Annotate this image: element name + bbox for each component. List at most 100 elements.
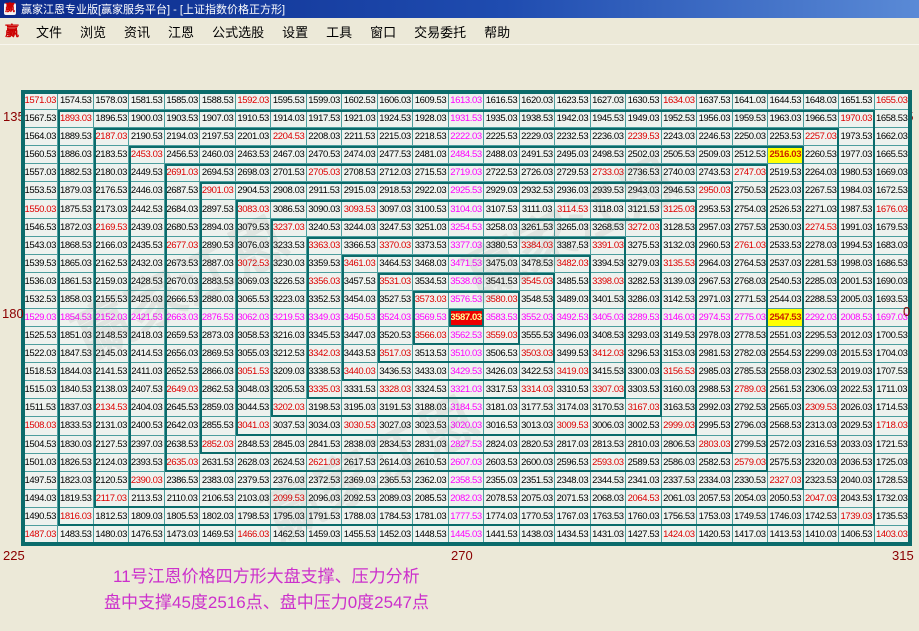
grid-cell-16-21: 2561.53 <box>768 381 803 399</box>
grid-cell-5-9: 2915.03 <box>342 182 377 200</box>
grid-cell-17-18: 3163.53 <box>662 399 697 417</box>
grid-cell-6-6: 3083.03 <box>236 200 271 218</box>
grid-cell-16-20: 2789.03 <box>733 381 768 399</box>
grid-cell-17-0: 1511.53 <box>23 399 58 417</box>
menu-item-window[interactable]: 窗口 <box>361 20 405 43</box>
grid-cell-2-8: 2208.03 <box>307 128 342 146</box>
grid-cell-9-8: 3359.53 <box>307 255 342 273</box>
menu-item-file[interactable]: 文件 <box>27 20 71 43</box>
grid-cell-1-10: 1924.53 <box>378 110 413 128</box>
grid-cell-4-7: 2701.53 <box>271 164 306 182</box>
grid-cell-19-18: 2806.53 <box>662 436 697 454</box>
grid-cell-14-18: 3153.03 <box>662 345 697 363</box>
grid-cell-9-6: 3072.53 <box>236 255 271 273</box>
grid-cell-6-21: 2526.53 <box>768 200 803 218</box>
grid-cell-17-17: 3167.03 <box>626 399 661 417</box>
grid-cell-24-19: 1420.53 <box>697 526 732 544</box>
menu-item-trade-entrust[interactable]: 交易委托 <box>405 20 475 43</box>
grid-cell-24-9: 1455.53 <box>342 526 377 544</box>
grid-cell-1-4: 1903.53 <box>165 110 200 128</box>
grid-cell-19-6: 2848.53 <box>236 436 271 454</box>
grid-cell-3-22: 2260.53 <box>804 146 839 164</box>
grid-cell-22-2: 2117.03 <box>94 490 129 508</box>
grid-cell-16-8: 3335.03 <box>307 381 342 399</box>
grid-cell-24-16: 1431.03 <box>591 526 626 544</box>
grid-cell-0-0: 1571.03 <box>23 92 58 110</box>
grid-cell-10-15: 3485.53 <box>555 273 590 291</box>
grid-cell-13-13: 3559.03 <box>484 327 519 345</box>
grid-cell-23-3: 1809.03 <box>129 508 164 526</box>
grid-cell-8-6: 3076.03 <box>236 237 271 255</box>
grid-cell-18-17: 3002.53 <box>626 417 661 435</box>
grid-cell-12-3: 2421.53 <box>129 309 164 327</box>
grid-cell-18-23: 2029.53 <box>839 417 874 435</box>
grid-cell-9-23: 1998.03 <box>839 255 874 273</box>
grid-cell-16-7: 3205.53 <box>271 381 306 399</box>
grid-cell-11-8: 3352.53 <box>307 291 342 309</box>
grid-cell-17-12: 3184.53 <box>449 399 484 417</box>
grid-cell-20-20: 2579.03 <box>733 454 768 472</box>
grid-cell-2-6: 2201.03 <box>236 128 271 146</box>
grid-cell-21-2: 2120.53 <box>94 472 129 490</box>
grid-cell-6-10: 3097.03 <box>378 200 413 218</box>
grid-cell-3-17: 2502.03 <box>626 146 661 164</box>
grid-cell-4-5: 2694.53 <box>200 164 235 182</box>
grid-cell-10-4: 2670.03 <box>165 273 200 291</box>
grid-cell-22-12: 2082.03 <box>449 490 484 508</box>
grid-cell-9-16: 3394.53 <box>591 255 626 273</box>
grid-cell-15-17: 3300.03 <box>626 363 661 381</box>
brand-logo-icon: 赢 <box>0 21 27 41</box>
grid-cell-17-5: 2859.03 <box>200 399 235 417</box>
grid-cell-23-12: 1777.53 <box>449 508 484 526</box>
grid-cell-6-1: 1875.53 <box>58 200 93 218</box>
grid-cell-9-7: 3230.03 <box>271 255 306 273</box>
menu-item-tools[interactable]: 工具 <box>317 20 361 43</box>
grid-cell-11-7: 3223.03 <box>271 291 306 309</box>
grid-cell-8-3: 2435.53 <box>129 237 164 255</box>
menu-item-browse[interactable]: 浏览 <box>71 20 115 43</box>
grid-cell-5-7: 2908.03 <box>271 182 306 200</box>
grid-cell-5-2: 2176.53 <box>94 182 129 200</box>
grid-cell-13-21: 2551.03 <box>768 327 803 345</box>
grid-cell-17-15: 3174.03 <box>555 399 590 417</box>
menu-item-settings[interactable]: 设置 <box>273 20 317 43</box>
grid-cell-24-8: 1459.03 <box>307 526 342 544</box>
grid-cell-14-21: 2554.53 <box>768 345 803 363</box>
grid-cell-19-0: 1504.53 <box>23 436 58 454</box>
menu-item-gann[interactable]: 江恩 <box>159 20 203 43</box>
degree-label-180: 180 <box>2 306 24 321</box>
grid-cell-24-3: 1476.53 <box>129 526 164 544</box>
grid-cell-19-17: 2810.03 <box>626 436 661 454</box>
grid-cell-2-18: 2243.03 <box>662 128 697 146</box>
grid-cell-13-23: 2012.03 <box>839 327 874 345</box>
grid-cell-10-5: 2883.53 <box>200 273 235 291</box>
menu-item-formula-stock-pick[interactable]: 公式选股 <box>203 20 273 43</box>
grid-cell-18-2: 2131.03 <box>94 417 129 435</box>
grid-cell-18-14: 3013.03 <box>520 417 555 435</box>
grid-cell-14-20: 2782.03 <box>733 345 768 363</box>
menu-item-help[interactable]: 帮助 <box>475 20 519 43</box>
grid-cell-11-4: 2666.53 <box>165 291 200 309</box>
grid-cell-1-12: 1931.53 <box>449 110 484 128</box>
grid-cell-5-16: 2939.53 <box>591 182 626 200</box>
grid-cell-22-18: 2061.03 <box>662 490 697 508</box>
grid-cell-15-15: 3419.03 <box>555 363 590 381</box>
grid-cell-12-22: 2292.03 <box>804 309 839 327</box>
grid-cell-16-19: 2988.53 <box>697 381 732 399</box>
grid-cell-20-6: 2628.03 <box>236 454 271 472</box>
grid-cell-14-7: 3212.53 <box>271 345 306 363</box>
grid-cell-8-1: 1868.53 <box>58 237 93 255</box>
grid-cell-0-24: 1655.03 <box>875 92 910 110</box>
grid-cell-18-16: 3006.03 <box>591 417 626 435</box>
menu-item-news[interactable]: 资讯 <box>115 20 159 43</box>
grid-cell-12-4: 2663.03 <box>165 309 200 327</box>
grid-cell-19-23: 2033.03 <box>839 436 874 454</box>
grid-cell-12-14: 3552.03 <box>520 309 555 327</box>
grid-cell-16-22: 2306.03 <box>804 381 839 399</box>
grid-cell-20-23: 2036.53 <box>839 454 874 472</box>
grid-cell-12-23: 2008.53 <box>839 309 874 327</box>
grid-cell-16-10: 3328.03 <box>378 381 413 399</box>
grid-cell-12-10: 3524.03 <box>378 309 413 327</box>
grid-cell-18-3: 2400.53 <box>129 417 164 435</box>
grid-cell-22-11: 2085.53 <box>413 490 448 508</box>
